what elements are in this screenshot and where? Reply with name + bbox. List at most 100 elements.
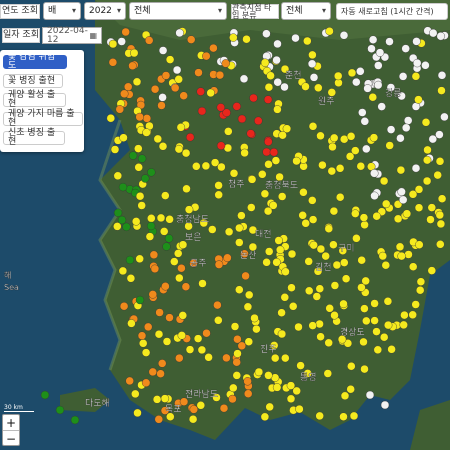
station-marker[interactable] [385,141,394,150]
station-marker[interactable] [328,142,337,152]
station-marker[interactable] [329,206,339,216]
station-marker[interactable] [127,319,136,328]
station-marker[interactable] [327,166,336,176]
station-marker[interactable] [273,77,282,87]
station-marker[interactable] [265,247,274,256]
station-marker[interactable] [422,176,432,186]
station-marker[interactable] [360,117,369,126]
station-marker[interactable] [429,28,438,38]
station-marker[interactable] [117,215,127,225]
station-marker[interactable] [159,227,169,236]
station-marker[interactable] [385,37,394,46]
station-marker[interactable] [436,240,445,249]
station-marker[interactable] [217,162,226,172]
layer-button-flower-risk[interactable]: 꽃 감염 위험도 [3,53,67,71]
station-marker[interactable] [209,43,218,53]
station-marker[interactable] [108,58,118,67]
station-marker[interactable] [397,187,406,197]
station-marker[interactable] [325,304,334,313]
station-marker[interactable] [147,214,156,223]
station-marker[interactable] [399,195,408,205]
station-marker[interactable] [303,36,312,46]
station-marker[interactable] [137,331,147,340]
station-marker[interactable] [383,297,393,306]
station-marker[interactable] [152,395,162,404]
station-marker[interactable] [292,386,301,396]
station-marker[interactable] [365,390,375,400]
layer-button-shoot-symptom[interactable]: 신초 병징 출현 [3,129,65,147]
station-marker[interactable] [414,95,423,104]
station-marker[interactable] [360,304,369,313]
station-marker[interactable] [174,75,183,84]
station-marker[interactable] [421,118,431,127]
station-marker[interactable] [372,211,381,221]
station-marker[interactable] [243,302,253,311]
station-marker[interactable] [421,61,430,70]
station-marker[interactable] [276,245,285,255]
station-marker[interactable] [386,125,396,134]
station-marker[interactable] [346,385,355,394]
station-marker[interactable] [330,281,340,290]
station-marker[interactable] [363,84,372,93]
station-marker[interactable] [273,39,282,49]
station-marker[interactable] [185,345,195,354]
station-marker[interactable] [140,174,150,183]
station-marker[interactable] [294,322,303,332]
station-marker[interactable] [277,329,287,339]
station-marker[interactable] [367,44,376,53]
station-marker[interactable] [357,256,366,265]
station-marker[interactable] [370,316,379,325]
zoom-in-button[interactable]: + [3,415,19,431]
station-marker[interactable] [172,65,182,75]
station-marker[interactable] [129,48,139,58]
station-marker[interactable] [321,251,330,261]
station-marker[interactable] [263,206,273,216]
station-marker[interactable] [158,93,167,102]
station-marker[interactable] [174,144,184,154]
station-marker[interactable] [398,72,408,81]
station-marker[interactable] [378,251,387,261]
station-marker[interactable] [222,353,231,363]
station-marker[interactable] [374,80,383,90]
station-marker[interactable] [308,50,317,60]
station-marker[interactable] [298,211,307,220]
station-marker[interactable] [206,88,215,98]
station-marker[interactable] [315,284,324,293]
station-marker[interactable] [336,192,345,202]
station-marker[interactable] [360,364,369,374]
station-marker[interactable] [324,224,333,233]
station-marker[interactable] [412,37,421,46]
station-marker[interactable] [433,170,442,180]
station-marker[interactable] [413,58,422,68]
station-marker[interactable] [308,215,318,224]
zoom-out-button[interactable]: − [3,431,19,446]
station-marker[interactable] [123,82,133,92]
station-marker[interactable] [411,72,421,81]
date-input[interactable]: 2022-04-12 ▦ [42,26,102,44]
station-marker[interactable] [233,349,242,358]
station-marker[interactable] [246,129,255,138]
station-marker[interactable] [131,217,141,226]
station-marker[interactable] [177,264,186,273]
station-marker[interactable] [264,137,273,146]
station-marker[interactable] [272,55,281,65]
station-marker[interactable] [308,122,318,131]
station-marker[interactable] [359,337,368,347]
station-marker[interactable] [128,61,137,71]
station-marker[interactable] [110,145,120,154]
station-marker[interactable] [55,405,65,415]
station-marker[interactable] [162,242,171,251]
station-marker[interactable] [134,144,143,153]
station-marker[interactable] [415,240,424,249]
station-marker[interactable] [347,362,356,371]
station-marker[interactable] [374,61,383,70]
station-marker[interactable] [292,156,301,166]
station-marker[interactable] [269,147,279,157]
station-marker[interactable] [157,101,166,110]
station-marker[interactable] [339,31,349,40]
station-marker[interactable] [274,236,283,245]
station-marker[interactable] [360,220,369,230]
station-marker[interactable] [119,133,128,142]
station-marker[interactable] [437,71,447,80]
station-marker[interactable] [244,290,254,300]
